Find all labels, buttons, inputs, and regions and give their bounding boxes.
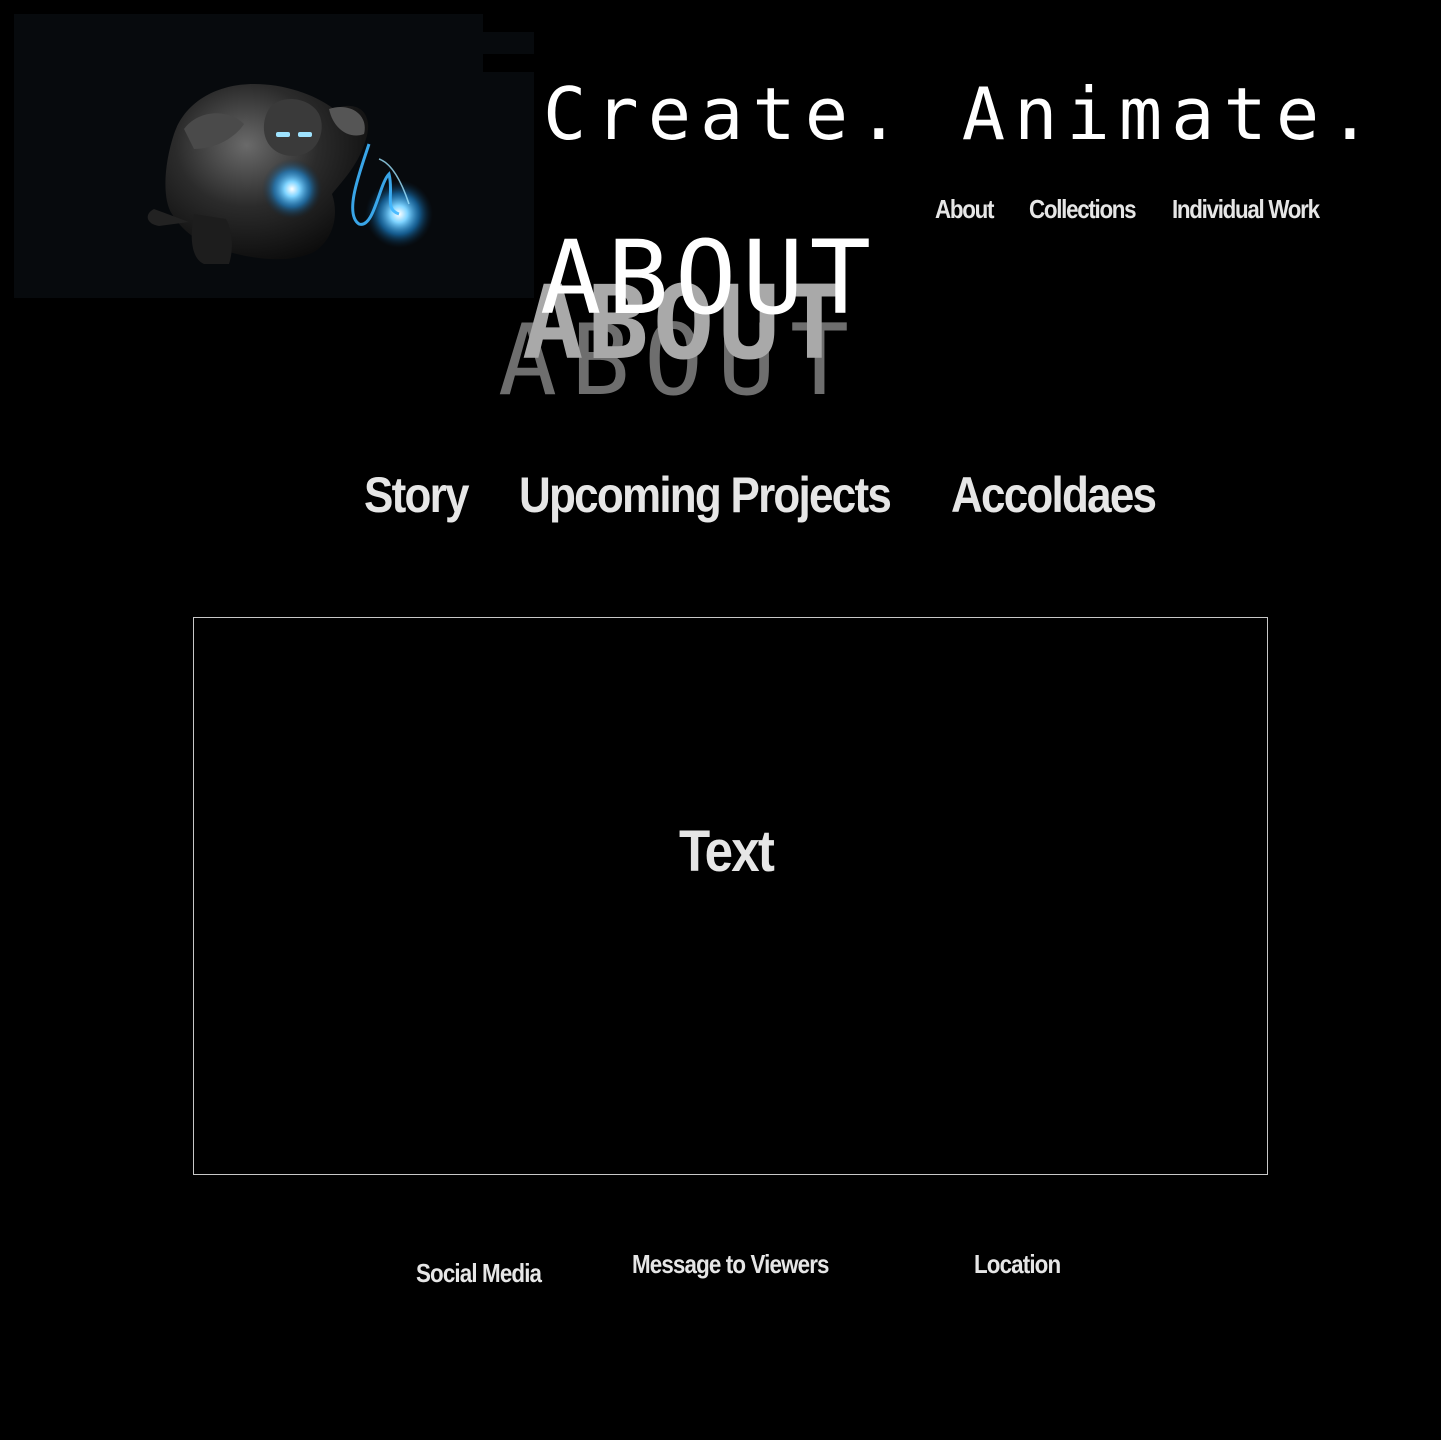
hero-image: [14, 14, 534, 298]
section-link-accolades[interactable]: Accoldaes: [951, 466, 1157, 524]
content-text: Text: [679, 819, 775, 884]
section-navigation: Story Upcoming Projects Accoldaes: [0, 466, 1441, 526]
footer-link-location[interactable]: Location: [974, 1249, 1061, 1280]
page-heading: ABOUT: [540, 219, 878, 338]
site-tagline: Create. Animate.: [543, 72, 1381, 156]
section-link-upcoming-projects[interactable]: Upcoming Projects: [519, 466, 892, 524]
footer-link-message-to-viewers[interactable]: Message to Viewers: [632, 1249, 830, 1280]
nav-link-about[interactable]: About: [935, 194, 994, 225]
hero-notch: [483, 54, 535, 72]
content-panel: Text: [193, 617, 1268, 1175]
hero-notch: [483, 14, 535, 32]
armored-hero-figure-icon: [147, 84, 433, 264]
nav-link-collections[interactable]: Collections: [1029, 194, 1137, 225]
nav-link-individual-work[interactable]: Individual Work: [1172, 194, 1320, 225]
footer-link-social-media[interactable]: Social Media: [416, 1258, 542, 1289]
section-link-story[interactable]: Story: [364, 466, 469, 524]
